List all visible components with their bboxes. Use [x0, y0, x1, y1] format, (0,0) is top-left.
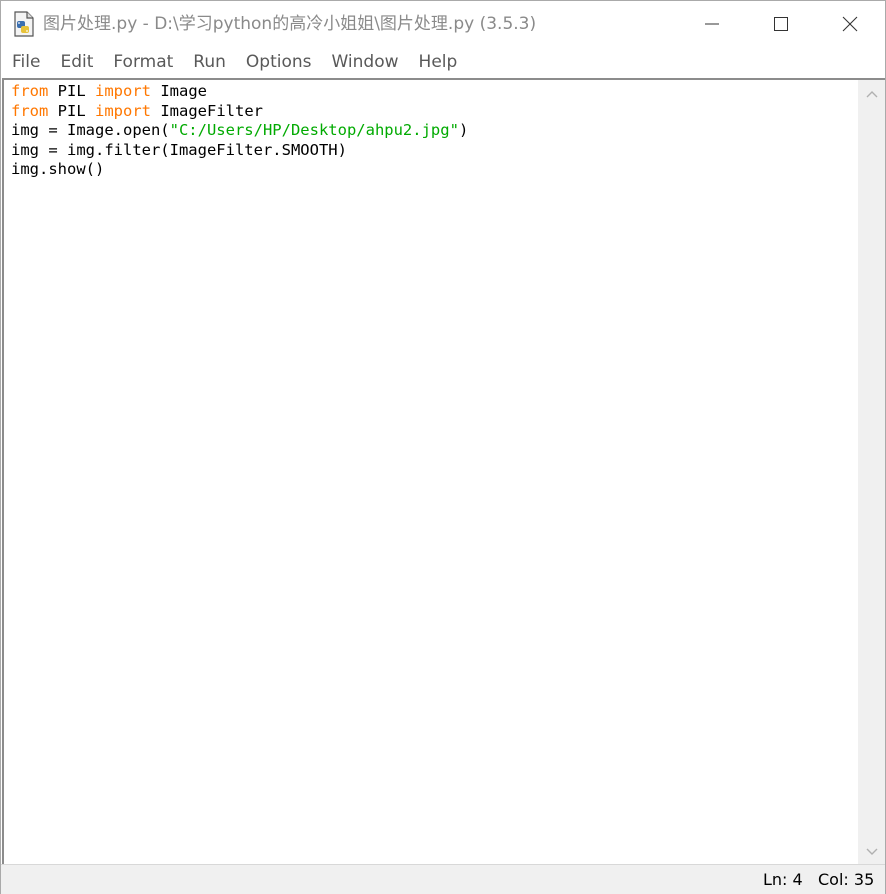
- menu-options[interactable]: Options: [236, 47, 322, 77]
- code-token: ): [458, 121, 469, 139]
- code-token: img = img.filter(ImageFilter.SMOOTH): [11, 140, 347, 159]
- menu-edit[interactable]: Edit: [50, 47, 103, 77]
- python-file-icon: [14, 11, 34, 37]
- string-token: "C:/Users/HP/Desktop/ahpu2.jpg": [169, 121, 459, 139]
- maximize-icon: [774, 17, 788, 31]
- menu-format[interactable]: Format: [103, 47, 183, 77]
- keyword-token: import: [95, 82, 151, 100]
- close-icon: [842, 16, 858, 32]
- code-line[interactable]: img.show(): [11, 160, 468, 180]
- code-token: PIL: [48, 82, 95, 100]
- code-line[interactable]: from PIL import Image: [11, 82, 468, 102]
- scroll-track[interactable]: [858, 106, 885, 840]
- menu-window[interactable]: Window: [322, 47, 409, 77]
- menu-help[interactable]: Help: [409, 47, 468, 77]
- status-column: Col: 35: [818, 870, 875, 889]
- code-line[interactable]: from PIL import ImageFilter: [11, 102, 468, 122]
- minimize-icon: [705, 23, 719, 25]
- code-editor[interactable]: from PIL import Image from PIL import Ima…: [2, 78, 858, 864]
- chevron-down-icon: [866, 848, 877, 855]
- keyword-token: import: [95, 101, 151, 120]
- code-token: img.show(): [11, 160, 105, 178]
- chevron-up-icon: [866, 91, 877, 98]
- code-line[interactable]: img = img.filter(ImageFilter.SMOOTH): [11, 141, 468, 161]
- code-line[interactable]: img = Image.open("C:/Users/HP/Desktop/ah…: [11, 121, 468, 141]
- code-token: PIL: [48, 101, 95, 120]
- window-title: 图片处理.py - D:\学习python的高冷小姐姐\图片处理.py (3.5…: [43, 14, 537, 34]
- menu-bar: File Edit Format Run Options Window Help: [1, 47, 885, 77]
- maximize-button[interactable]: [746, 1, 816, 47]
- title-bar[interactable]: 图片处理.py - D:\学习python的高冷小姐姐\图片处理.py (3.5…: [1, 1, 885, 47]
- code-token: Image: [151, 82, 207, 100]
- scroll-down-button[interactable]: [858, 840, 885, 864]
- keyword-token: from: [11, 101, 49, 120]
- scroll-up-button[interactable]: [858, 82, 885, 106]
- menu-run[interactable]: Run: [183, 47, 236, 77]
- status-line: Ln: 4: [763, 870, 803, 889]
- code-text[interactable]: from PIL import Image from PIL import Ima…: [11, 82, 468, 180]
- code-token: ImageFilter: [151, 101, 263, 120]
- close-button[interactable]: [815, 1, 885, 47]
- idle-editor-window: 图片处理.py - D:\学习python的高冷小姐姐\图片处理.py (3.5…: [0, 0, 886, 894]
- vertical-scrollbar[interactable]: [858, 78, 885, 864]
- status-bar: Ln: 4 Col: 35: [1, 864, 885, 894]
- keyword-token: from: [11, 82, 49, 100]
- menu-file[interactable]: File: [1, 47, 50, 77]
- minimize-button[interactable]: [677, 1, 747, 47]
- code-token: img = Image.open(: [11, 121, 170, 139]
